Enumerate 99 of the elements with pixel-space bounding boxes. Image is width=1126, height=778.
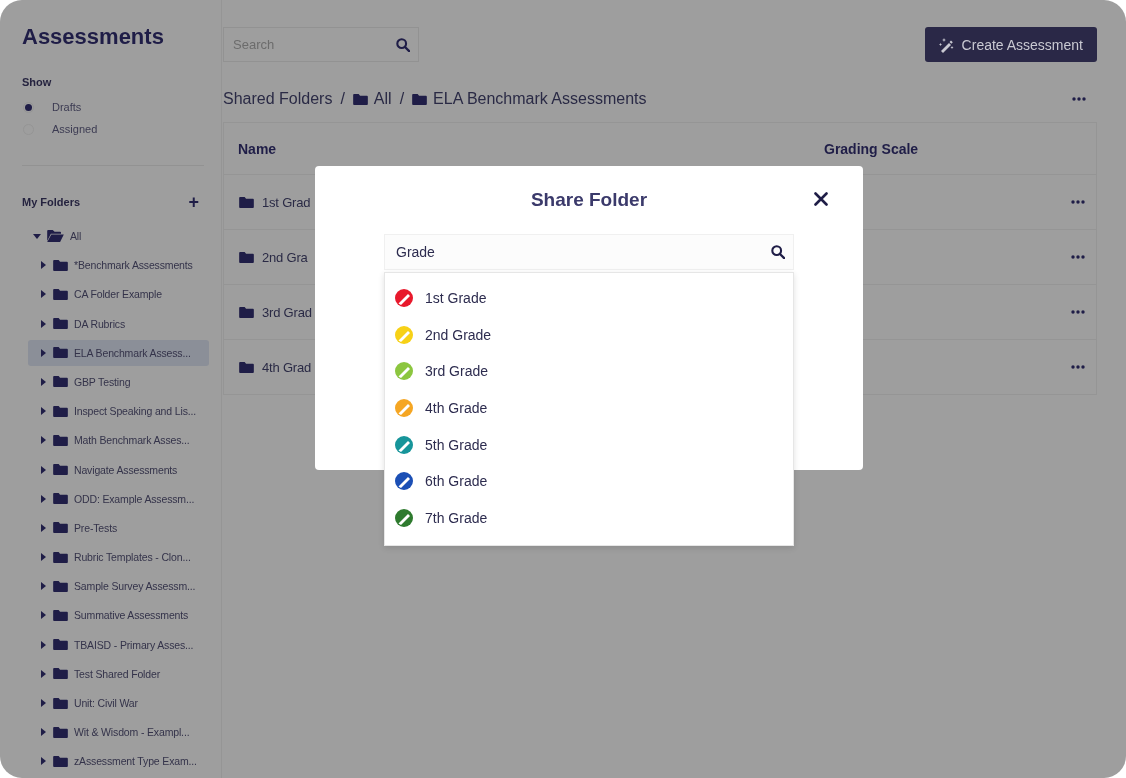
menu-item[interactable]: 6th Grade [425, 473, 488, 490]
breadcrumb-link[interactable]: ELA Benchmark Assessments [412, 90, 647, 108]
folder-name[interactable]: 1st Grad [262, 194, 311, 210]
folder-icon [412, 93, 428, 105]
folder-tree-item[interactable]: Math Benchmark Asses... [28, 427, 209, 454]
folder-tree-item[interactable]: Test Shared Folder [28, 660, 209, 687]
menu-item[interactable]: 1st Grade [425, 290, 487, 307]
folder-tree-item[interactable]: Wit & Wisdom - Exampl... [28, 719, 209, 746]
folder-tree-item[interactable]: Unit: Civil War [28, 690, 209, 716]
folder-tree-item[interactable]: Rubric Templates - Clon... [28, 544, 209, 571]
dialog-title: Share Folder [530, 189, 648, 211]
folder-icon [53, 551, 68, 563]
radio-option[interactable]: Drafts [22, 96, 221, 118]
folder-icon [239, 251, 254, 263]
magic-wand-icon [938, 36, 955, 53]
folder-icon [53, 639, 68, 651]
folder-icon [53, 726, 68, 738]
caret-right-icon[interactable] [39, 699, 47, 707]
caret-right-icon[interactable] [39, 757, 47, 766]
folder-icon [53, 464, 68, 475]
share-search-field[interactable]: Grade [384, 234, 794, 270]
menu-item[interactable]: 7th Grade [425, 509, 488, 526]
show-label: Show [22, 76, 53, 88]
folder-tree-item[interactable]: GBP Testing [28, 368, 209, 395]
folder-icon [53, 609, 68, 621]
caret-right-icon[interactable] [39, 290, 47, 299]
folder-icon [53, 580, 68, 592]
breadcrumb-link[interactable]: Shared Folders [223, 90, 333, 108]
folder-tree-item[interactable]: DA Rubrics [28, 310, 209, 337]
caret-right-icon[interactable] [39, 669, 47, 678]
search-icon[interactable] [771, 245, 785, 259]
folder-name[interactable]: 2nd Gra [262, 249, 308, 265]
breadcrumb-link[interactable]: All [352, 90, 392, 108]
breadcrumb-separator: / [399, 90, 405, 108]
more-icon[interactable] [1072, 97, 1086, 101]
caret-right-icon[interactable] [39, 377, 47, 386]
folder-icon [352, 93, 368, 105]
column-header: Grading Scale [824, 140, 920, 157]
menu-item[interactable]: 3rd Grade [425, 363, 489, 380]
search-icon[interactable] [396, 37, 410, 52]
folder-icon [239, 361, 254, 373]
folder-tree-item[interactable]: ODD: Example Assessm... [28, 485, 209, 512]
more-icon[interactable] [1071, 365, 1085, 369]
folder-icon [53, 288, 68, 300]
folder-tree-item[interactable]: Inspect Speaking and Lis... [28, 398, 209, 425]
folder-name[interactable]: 4th Grad [262, 359, 311, 375]
folder-tree-item[interactable]: ELA Benchmark Assess... [28, 339, 209, 366]
folder-icon [53, 522, 68, 534]
folder-icon [53, 259, 68, 271]
caret-right-icon[interactable] [39, 436, 47, 445]
close-icon[interactable] [814, 192, 828, 206]
more-icon[interactable] [1071, 255, 1085, 259]
radio-option[interactable]: Assigned [22, 118, 221, 140]
folder-icon [53, 697, 68, 709]
folder-icon [53, 493, 68, 505]
breadcrumb-separator: / [340, 90, 345, 108]
folder-icon [53, 668, 68, 680]
folder-tree-item[interactable]: Summative Assessments [28, 602, 209, 629]
menu-item[interactable]: 5th Grade [425, 436, 488, 453]
caret-right-icon[interactable] [39, 319, 47, 328]
folder-icon [53, 318, 68, 330]
caret-right-icon[interactable] [39, 553, 47, 562]
caret-right-icon[interactable] [39, 640, 47, 649]
caret-right-icon[interactable] [39, 494, 47, 503]
folder-icon [53, 405, 68, 417]
folder-icon [239, 196, 254, 208]
caret-right-icon[interactable] [39, 465, 47, 474]
caret-right-icon[interactable] [39, 728, 47, 737]
menu-item[interactable]: 2nd Grade [425, 326, 492, 343]
caret-right-icon[interactable] [39, 582, 47, 591]
folder-tree-item[interactable]: *Benchmark Assessments [28, 252, 209, 279]
section-title: My Folders [22, 196, 81, 208]
folder-tree-item[interactable]: zAssessment Type Exam... [28, 748, 209, 775]
folder-tree-item[interactable]: Sample Survey Assessm... [28, 573, 209, 600]
caret-right-icon[interactable] [39, 261, 47, 270]
folder-tree-item[interactable]: Pre-Tests [28, 514, 209, 541]
folder-tree-item[interactable]: All [22, 223, 209, 249]
caret-right-icon[interactable] [39, 348, 47, 357]
more-icon[interactable] [1071, 310, 1085, 314]
more-icon[interactable] [1071, 200, 1085, 204]
folder-icon [53, 376, 68, 388]
folder-tree-item[interactable]: Navigate Assessments [28, 456, 209, 483]
caret-right-icon[interactable] [39, 407, 47, 416]
folder-icon [53, 347, 68, 359]
page-title: Assessments [22, 24, 165, 50]
folder-icon [239, 306, 254, 318]
add-folder-button[interactable]: + [188, 193, 199, 211]
caret-down-icon[interactable] [33, 232, 41, 240]
menu-item[interactable]: 4th Grade [425, 400, 488, 417]
column-header: Name [238, 140, 277, 157]
open-folder-icon [47, 230, 64, 242]
folder-icon [53, 434, 68, 446]
folder-name[interactable]: 3rd Grad [262, 304, 312, 320]
caret-right-icon[interactable] [39, 523, 47, 532]
folder-tree-item[interactable]: TBAISD - Primary Asses... [28, 631, 209, 658]
folder-tree-item[interactable]: CA Folder Example [28, 281, 209, 308]
create-assessment-button[interactable]: Create Assessment [924, 27, 1097, 62]
caret-right-icon[interactable] [39, 611, 47, 620]
folder-icon [53, 755, 68, 767]
